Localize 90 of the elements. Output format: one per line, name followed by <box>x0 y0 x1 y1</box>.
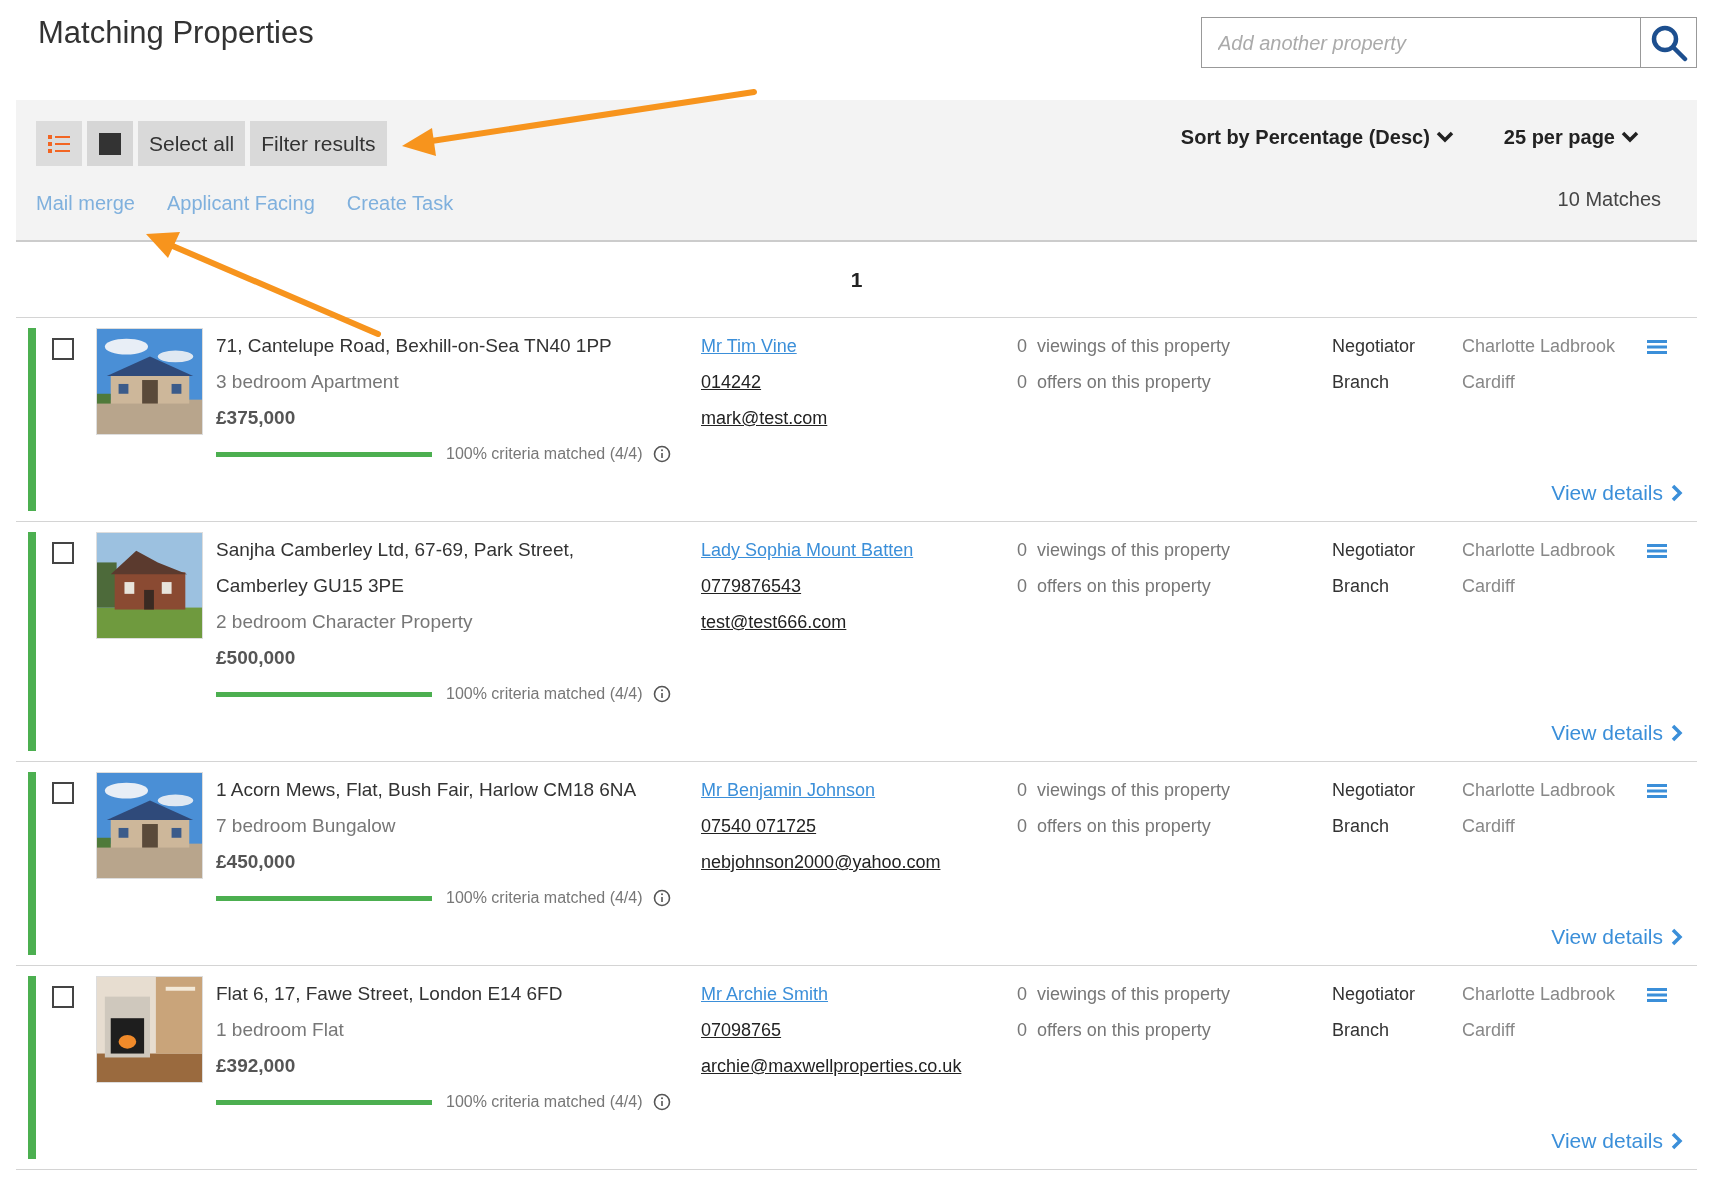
viewings-count: 0 <box>1017 539 1028 562</box>
negotiator-value: Charlotte Ladbrook <box>1462 335 1617 358</box>
checkbox[interactable] <box>52 338 74 360</box>
phone-link[interactable]: 07540 071725 <box>701 808 817 844</box>
phone-link[interactable]: 07098765 <box>701 1012 782 1048</box>
view-toggle[interactable] <box>87 121 133 166</box>
contact-name-link[interactable]: Lady Sophia Mount Batten <box>701 532 914 568</box>
offers-text: offers on this property <box>1037 575 1211 598</box>
viewings-count: 0 <box>1017 983 1028 1006</box>
viewings-text: viewings of this property <box>1037 539 1231 562</box>
checkbox[interactable] <box>52 986 74 1008</box>
property-description: 1 bedroom Flat <box>216 1018 345 1042</box>
menu-icon[interactable] <box>1647 988 1667 1002</box>
offers-count: 0 <box>1017 1019 1028 1042</box>
offers-text: offers on this property <box>1037 1019 1211 1042</box>
view-toggle[interactable] <box>36 121 82 166</box>
property-description: 2 bedroom Character Property <box>216 610 474 634</box>
phone-link[interactable]: 0779876543 <box>701 568 802 604</box>
info-icon[interactable] <box>652 1093 671 1111</box>
offers-text: offers on this property <box>1037 815 1211 838</box>
chevron-down-icon <box>1621 131 1639 143</box>
match-text: 100% criteria matched (4/4) <box>446 684 643 704</box>
page-title: Matching Properties <box>38 14 314 52</box>
branch-label: Branch <box>1332 575 1391 598</box>
info-icon[interactable] <box>652 685 671 703</box>
viewings-text: viewings of this property <box>1037 779 1231 802</box>
sort-dropdown[interactable]: Sort by Percentage (Desc) <box>1180 117 1454 157</box>
offers-count: 0 <box>1017 575 1028 598</box>
offers-text: offers on this property <box>1037 371 1211 394</box>
chevron-right-icon <box>1671 724 1683 742</box>
negotiator-label: Negotiator <box>1332 983 1417 1006</box>
chevron-down-icon <box>1435 131 1454 143</box>
checkbox[interactable] <box>52 542 74 564</box>
negotiator-label: Negotiator <box>1332 539 1417 562</box>
menu-icon[interactable] <box>1647 544 1667 558</box>
viewings-text: viewings of this property <box>1037 983 1231 1006</box>
email-link[interactable]: archie@maxwellproperties.co.uk <box>701 1048 962 1084</box>
negotiator-value: Charlotte Ladbrook <box>1462 539 1617 562</box>
property-price: £500,000 <box>216 646 297 670</box>
branch-value: Cardiff <box>1462 815 1516 838</box>
info-icon[interactable] <box>652 889 671 907</box>
toolbar-button[interactable]: Filter results <box>250 121 387 166</box>
negotiator-value: Charlotte Ladbrook <box>1462 983 1617 1006</box>
property-address: 71, Cantelupe Road, Bexhill-on-Sea TN40 1PP <box>216 334 613 358</box>
search-icon <box>1649 23 1688 62</box>
contact-name-link[interactable]: Mr Archie Smith <box>701 976 829 1012</box>
search-button[interactable] <box>1641 17 1697 68</box>
property-description: 3 bedroom Apartment <box>216 370 400 394</box>
property-address: Sanjha Camberley Ltd, 67-69, Park Street, Camberley GU15 3PE <box>216 538 576 598</box>
toolbar-button[interactable]: Select all <box>138 121 246 166</box>
email-link[interactable]: test@test666.com <box>701 604 847 640</box>
info-icon[interactable] <box>652 445 671 463</box>
viewings-count: 0 <box>1017 335 1028 358</box>
chevron-right-icon <box>1671 484 1683 502</box>
property-address: 1 Acorn Mews, Flat, Bush Fair, Harlow CM18 6NA <box>216 778 638 802</box>
menu-icon[interactable] <box>1647 340 1667 354</box>
match-text: 100% criteria matched (4/4) <box>446 1092 643 1112</box>
branch-value: Cardiff <box>1462 1019 1516 1042</box>
email-link[interactable]: mark@test.com <box>701 400 828 436</box>
branch-value: Cardiff <box>1462 575 1516 598</box>
property-price: £392,000 <box>216 1054 297 1078</box>
negotiator-value: Charlotte Ladbrook <box>1462 779 1617 802</box>
menu-icon[interactable] <box>1647 784 1667 798</box>
per-page-dropdown[interactable]: 25 per page <box>1503 117 1639 157</box>
viewings-text: viewings of this property <box>1037 335 1231 358</box>
chevron-right-icon <box>1671 1132 1683 1150</box>
page-link[interactable]: 1 <box>850 263 863 296</box>
list-icon <box>48 133 70 154</box>
match-count: 10 Matches <box>1557 187 1661 212</box>
branch-label: Branch <box>1332 1019 1391 1042</box>
property-address: Flat 6, 17, Fawe Street, London E14 6FD <box>216 982 564 1006</box>
negotiator-label: Negotiator <box>1332 335 1417 358</box>
branch-value: Cardiff <box>1462 371 1516 394</box>
square-icon <box>99 132 121 155</box>
property-price: £450,000 <box>216 850 297 874</box>
branch-label: Branch <box>1332 815 1391 838</box>
match-text: 100% criteria matched (4/4) <box>446 888 643 908</box>
email-link[interactable]: nebjohnson2000@yahoo.com <box>701 844 941 880</box>
match-text: 100% criteria matched (4/4) <box>446 444 643 464</box>
offers-count: 0 <box>1017 815 1028 838</box>
property-description: 7 bedroom Bungalow <box>216 814 397 838</box>
negotiator-label: Negotiator <box>1332 779 1417 802</box>
phone-link[interactable]: 014242 <box>701 364 762 400</box>
checkbox[interactable] <box>52 782 74 804</box>
contact-name-link[interactable]: Mr Benjamin Johnson <box>701 772 876 808</box>
viewings-count: 0 <box>1017 779 1028 802</box>
property-price: £375,000 <box>216 406 297 430</box>
offers-count: 0 <box>1017 371 1028 394</box>
chevron-right-icon <box>1671 928 1683 946</box>
branch-label: Branch <box>1332 371 1391 394</box>
